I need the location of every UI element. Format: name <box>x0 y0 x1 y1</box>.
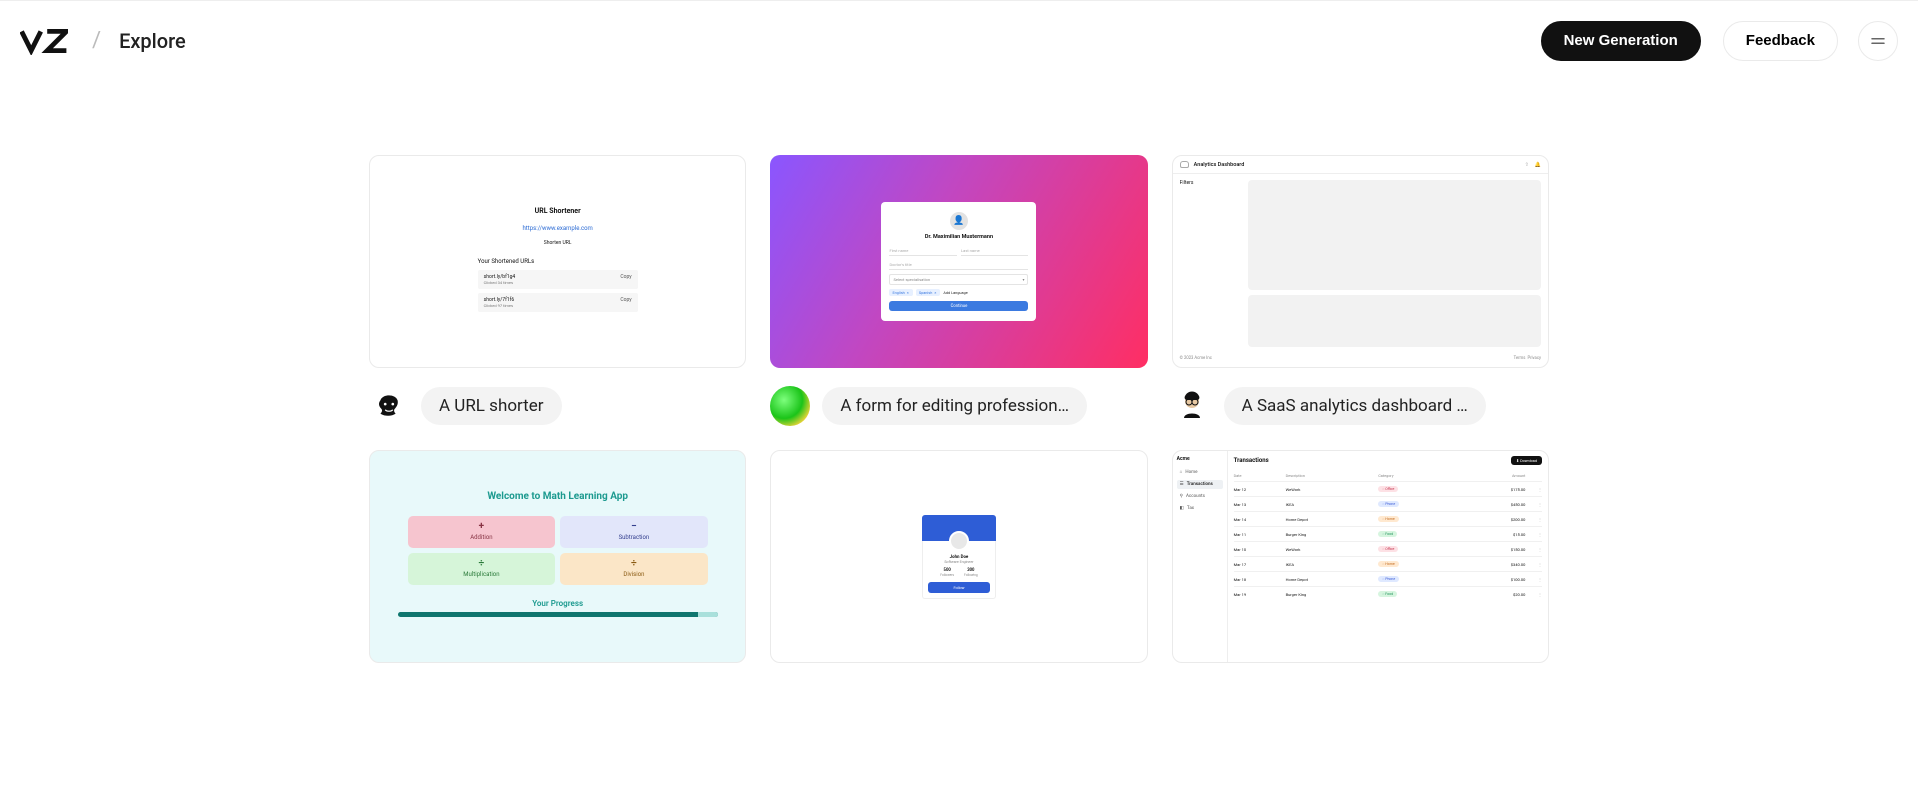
thumb-follow-button: Follow <box>928 582 990 593</box>
category-badge: ◌ Food <box>1378 591 1397 597</box>
thumb-title: URL Shortener <box>478 207 638 215</box>
more-icon: ⋮ <box>1525 482 1542 497</box>
table-row: Mar 19Burger King◌ Food$20.00⋮ <box>1234 587 1542 602</box>
tax-icon: ◧ <box>1180 506 1184 511</box>
more-icon: ⋮ <box>1525 572 1542 587</box>
thumb-tile-addition: +Addition <box>408 516 556 548</box>
thumb-continue-button: Continue <box>889 301 1028 311</box>
more-icon: ⋮ <box>1525 512 1542 527</box>
upload-icon: ⇧ <box>1525 162 1529 168</box>
new-generation-button[interactable]: New Generation <box>1541 21 1701 61</box>
thumb-transactions-table: Date Description Category Amount Mar 12W… <box>1234 470 1542 601</box>
more-icon: ⋮ <box>1525 587 1542 602</box>
thumb-title: Welcome to Math Learning App <box>487 491 628 502</box>
gallery-card: URL Shortener https://www.example.com Sh… <box>369 155 746 426</box>
thumb-tile-subtraction: −Subtraction <box>560 516 708 548</box>
card-caption[interactable]: A URL shorter <box>421 387 562 425</box>
avatar[interactable] <box>770 386 810 426</box>
more-icon: ⋮ <box>1525 542 1542 557</box>
thumb-chart-placeholder <box>1248 180 1541 290</box>
thumb-shorten-button: Shorten URL <box>541 240 575 246</box>
close-icon: × <box>934 290 936 295</box>
table-row: Mar 10WeWork◌ Office$150.00⋮ <box>1234 542 1542 557</box>
thumb-url-row: short.ly/bf1g4 Clicked 34 times Copy <box>478 270 638 289</box>
gallery-card: Acme ⌂Home ☰Transactions ⚲Accounts ◧Tax … <box>1172 450 1549 663</box>
table-row: Mar 11Burger King◌ Food$15.00⋮ <box>1234 527 1542 542</box>
avatar[interactable] <box>1172 386 1212 426</box>
gallery-card: John Doe Software Engineer 500Followers … <box>770 450 1147 663</box>
thumb-progress-label: Your Progress <box>532 599 583 608</box>
thumb-sidebar-nav: ⌂Home ☰Transactions ⚲Accounts ◧Tax <box>1177 467 1223 513</box>
thumb-avatar-placeholder: 👤 <box>950 212 968 230</box>
card-meta-row: A form for editing profession… <box>770 386 1147 426</box>
close-icon: × <box>907 290 909 295</box>
card-thumbnail-analytics[interactable]: Analytics Dashboard ⇧ 🔔 Filters © 2023 A… <box>1172 155 1549 368</box>
avatar[interactable] <box>369 386 409 426</box>
card-thumbnail-mobile-profile[interactable]: John Doe Software Engineer 500Followers … <box>770 450 1147 663</box>
more-icon: ⋮ <box>1525 557 1542 572</box>
menu-icon <box>1869 32 1887 50</box>
card-thumbnail-transactions[interactable]: Acme ⌂Home ☰Transactions ⚲Accounts ◧Tax … <box>1172 450 1549 663</box>
thumb-example-url: https://www.example.com <box>478 225 638 232</box>
thumb-progress-bar <box>398 612 718 617</box>
card-thumbnail-profile-form[interactable]: 👤 Dr. Maximilian Mustermann First name L… <box>770 155 1147 368</box>
table-row: Mar 14Home Depot◌ Home$200.00⋮ <box>1234 512 1542 527</box>
card-thumbnail-math-app[interactable]: Welcome to Math Learning App +Addition −… <box>369 450 746 663</box>
logo[interactable] <box>20 27 68 55</box>
category-badge: ◌ Home <box>1378 561 1398 567</box>
accounts-icon: ⚲ <box>1180 494 1183 499</box>
category-badge: ◌ Phone <box>1378 501 1399 507</box>
category-badge: ◌ Food <box>1378 531 1397 537</box>
category-badge: ◌ Phone <box>1378 576 1399 582</box>
thumb-filters-label: Filters <box>1180 180 1240 351</box>
gallery: URL Shortener https://www.example.com Sh… <box>0 80 1918 663</box>
home-icon: ⌂ <box>1180 469 1183 475</box>
breadcrumb-separator: / <box>92 28 101 53</box>
category-badge: ◌ Office <box>1378 546 1398 552</box>
gallery-card: 👤 Dr. Maximilian Mustermann First name L… <box>770 155 1147 426</box>
table-row: Mar 12WeWork◌ Office$175.00⋮ <box>1234 482 1542 497</box>
gallery-grid: URL Shortener https://www.example.com Sh… <box>359 155 1559 663</box>
list-icon: ☰ <box>1180 482 1184 487</box>
feedback-button[interactable]: Feedback <box>1723 21 1838 61</box>
chevron-down-icon: ▾ <box>1022 277 1024 282</box>
table-row: Mar 17IKEA◌ Home$340.00⋮ <box>1234 557 1542 572</box>
gallery-card: Analytics Dashboard ⇧ 🔔 Filters © 2023 A… <box>1172 155 1549 426</box>
thumb-tile-division: ÷Division <box>560 553 708 585</box>
thumb-list-title: Your Shortened URLs <box>478 258 638 265</box>
category-badge: ◌ Home <box>1378 516 1398 522</box>
top-bar: / Explore New Generation Feedback <box>0 0 1918 80</box>
thumb-chart-placeholder <box>1248 295 1541 347</box>
table-row: Mar 13IKEA◌ Phone$450.00⋮ <box>1234 497 1542 512</box>
card-thumbnail-url-shortener[interactable]: URL Shortener https://www.example.com Sh… <box>369 155 746 368</box>
thumb-profile-name: Dr. Maximilian Mustermann <box>889 234 1028 240</box>
card-meta-row: A URL shorter <box>369 386 746 426</box>
bell-icon: 🔔 <box>1535 162 1541 168</box>
more-icon: ⋮ <box>1525 527 1542 542</box>
menu-button[interactable] <box>1858 21 1898 61</box>
card-meta-row: A SaaS analytics dashboard … <box>1172 386 1549 426</box>
thumb-url-row: short.ly/7f1f6 Clicked 97 times Copy <box>478 293 638 312</box>
category-badge: ◌ Office <box>1378 486 1398 492</box>
thumb-download-button: ⬇ Download <box>1511 456 1542 465</box>
more-icon: ⋮ <box>1525 497 1542 512</box>
cloud-icon <box>1180 161 1189 168</box>
page-title: Explore <box>119 29 186 53</box>
gallery-card: Welcome to Math Learning App +Addition −… <box>369 450 746 663</box>
table-row: Mar 18Home Depot◌ Phone$100.00⋮ <box>1234 572 1542 587</box>
thumb-tile-multiplication: ÷Multiplication <box>408 553 556 585</box>
card-caption[interactable]: A form for editing profession… <box>822 387 1087 425</box>
thumb-avatar-placeholder <box>949 531 969 551</box>
card-caption[interactable]: A SaaS analytics dashboard … <box>1224 387 1486 425</box>
